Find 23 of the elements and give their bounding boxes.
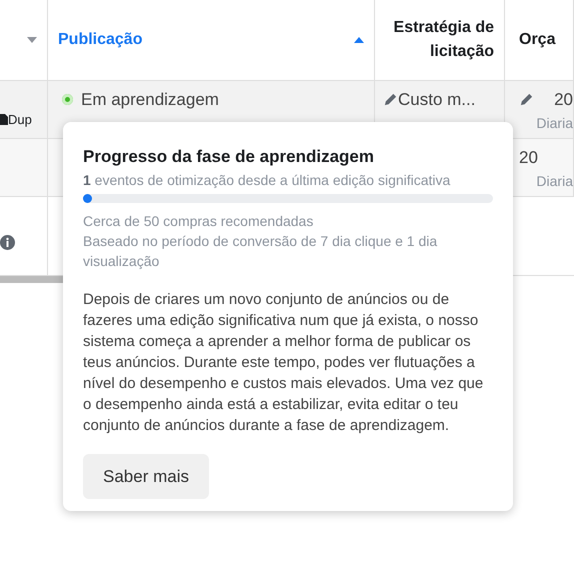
bid-strategy-text: Custo m... [398,89,476,111]
popover-title: Progresso da fase de aprendizagem [83,146,375,168]
column-header[interactable]: Estratégia de licitação [385,16,494,64]
learn-more-button[interactable]: Saber mais [83,454,209,499]
budget-amount: 20 [519,147,538,169]
column-header[interactable]: Publicação [58,28,142,52]
note-text: Baseado no período de conversão de 7 dia clique e 1 dia visualização [83,232,438,270]
budget-amount: 20 [554,89,573,111]
duplicate-link[interactable]: Dup [8,110,32,130]
status-text: Em aprendizagem [81,89,219,111]
dropdown-caret-icon[interactable] [27,37,37,43]
budget-type: Diaria [535,114,573,132]
file-icon [0,114,8,125]
budget-type: Diaria [535,172,573,190]
scrollbar[interactable] [0,276,63,283]
info-icon[interactable] [0,234,15,250]
pencil-icon[interactable] [383,92,398,108]
column-header[interactable]: Orça [519,28,556,52]
events-count: 1 eventos de otimização desde a última edição significativa [83,170,452,190]
note-text: Cerca de 50 compras recomendadas [83,212,314,230]
sort-ascending-icon[interactable] [354,37,364,43]
pencil-icon[interactable] [519,92,534,108]
description-text: Depois de criares um novo conjunto de anúncios ou de fazeres uma edição significativa num que já exista, o nosso sistema começa a aprender a melhor forma de publicar os teus anúncios. Durante este tempo, podes ver flutuações a nível do desempenho e custos mais elevados. Uma vez que o desempenho ainda está a estabilizar, evita editar o teu conjunto de anúncios durante a fase de aprendizagem. [83,290,484,436]
